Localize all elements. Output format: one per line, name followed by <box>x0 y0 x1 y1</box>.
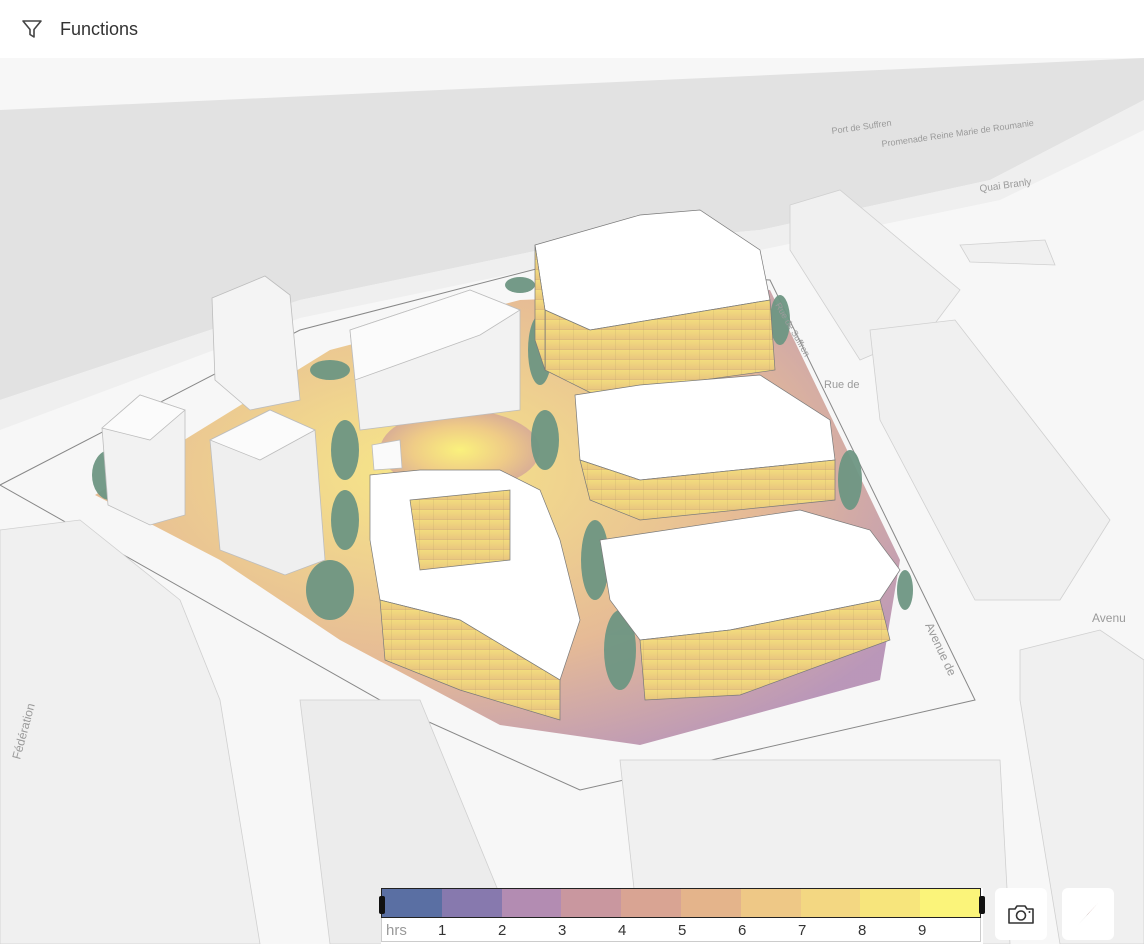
legend-tick: 6 <box>738 922 747 939</box>
street-label: Rue de <box>824 379 859 391</box>
legend-unit: hrs <box>386 922 407 939</box>
legend-color-segment <box>501 889 562 917</box>
legend-color-segment <box>441 889 502 917</box>
legend-color-segment <box>561 889 622 917</box>
functions-label: Functions <box>60 18 139 39</box>
street-label: Avenu <box>1092 611 1126 625</box>
compass-button[interactable] <box>1062 888 1114 940</box>
legend-color-segment <box>800 889 861 917</box>
legend-color-segment <box>680 889 741 917</box>
filter-icon <box>22 20 42 38</box>
legend-color-segment <box>740 889 801 917</box>
map-view[interactable]: Port de Suffren Promenade Reine Marie de… <box>0 58 1144 944</box>
camera-button[interactable] <box>995 888 1047 940</box>
camera-icon <box>1008 905 1034 924</box>
functions-button[interactable]: Functions <box>20 17 138 41</box>
sunlight-hours-legend: hrs 1 2 3 4 5 6 7 8 9 <box>379 888 985 944</box>
legend-tick: 4 <box>618 922 627 939</box>
top-bar: Functions <box>0 0 1144 58</box>
legend-tick: 8 <box>858 922 867 939</box>
legend-tick: 2 <box>498 922 507 939</box>
legend-tick: 3 <box>558 922 567 939</box>
legend-tick: 9 <box>918 922 927 939</box>
legend-tick: 5 <box>678 922 687 939</box>
legend-color-segment <box>382 889 442 917</box>
legend-tick: 7 <box>798 922 807 939</box>
compass-icon <box>1078 903 1098 925</box>
legend-min-handle[interactable] <box>379 896 385 914</box>
legend-color-segment <box>920 889 980 917</box>
legend-color-segment <box>621 889 681 917</box>
legend-color-segment <box>860 889 921 917</box>
legend-tick: 1 <box>438 922 447 939</box>
legend-labels: hrs 1 2 3 4 5 6 7 8 9 <box>381 918 981 942</box>
legend-color-bar[interactable] <box>381 888 981 918</box>
legend-max-handle[interactable] <box>979 896 985 914</box>
